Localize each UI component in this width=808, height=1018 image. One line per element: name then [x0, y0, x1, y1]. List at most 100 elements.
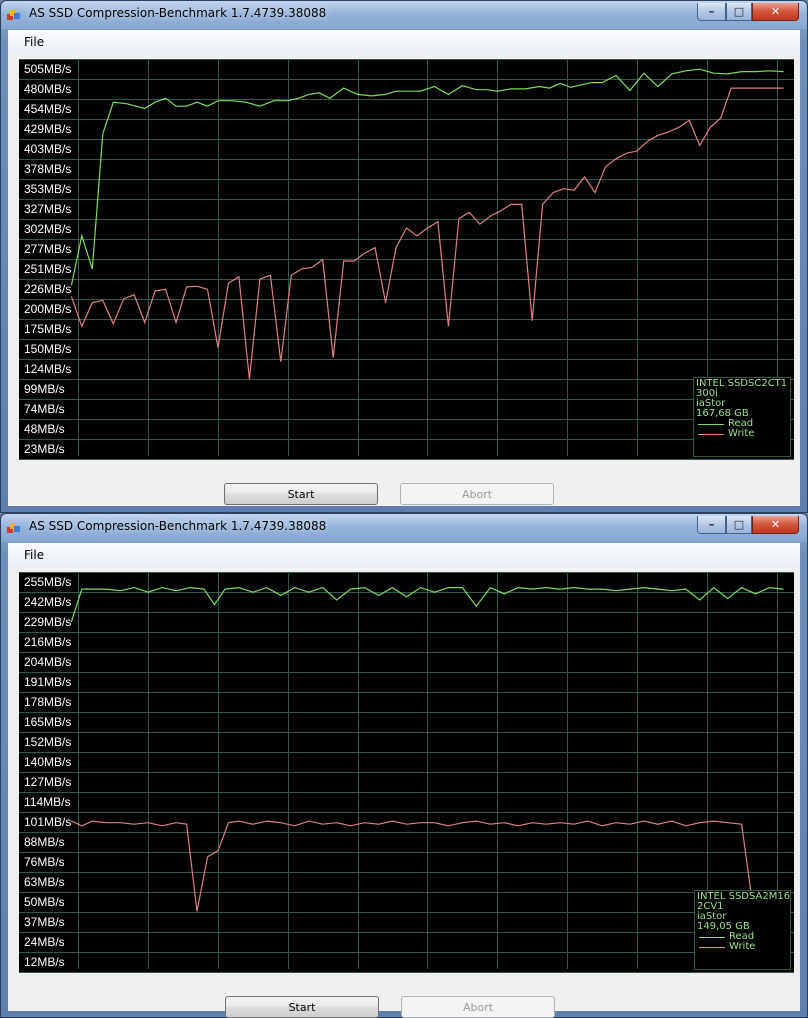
x-tick-label: 100%	[780, 972, 794, 973]
close-icon: ✕	[770, 5, 781, 18]
y-tick-label: 88MB/s	[24, 835, 65, 849]
x-tick-label: 60%	[500, 972, 524, 973]
y-tick-label: 277MB/s	[24, 242, 71, 256]
y-tick-label: 255MB/s	[24, 575, 71, 589]
y-tick-label: 23MB/s	[24, 442, 65, 456]
close-button[interactable]: ✕	[752, 3, 799, 21]
y-tick-label: 204MB/s	[24, 655, 71, 669]
close-button[interactable]: ✕	[752, 516, 799, 534]
read-swatch	[699, 936, 725, 938]
benchmark-window-2: AS SSD Compression-Benchmark 1.7.4739.38…	[0, 513, 808, 1018]
y-tick-label: 429MB/s	[24, 122, 71, 136]
chart-svg: 505MB/s 480MB/s 454MB/s 429MB/s 403MB/s 378MB…	[19, 59, 794, 460]
start-button[interactable]: Start	[225, 996, 379, 1018]
x-tick-label: 50%	[430, 459, 454, 460]
x-tick-label: 30%	[291, 972, 315, 973]
y-tick-label: 124MB/s	[24, 362, 71, 376]
x-tick-label: 90%	[710, 972, 734, 973]
x-tick-label: 70%	[570, 972, 594, 973]
drive-legend: INTEL SSDSA2M16 2CV1 iaStor 149,05 GB Re…	[694, 890, 791, 970]
x-tick-label: 10%	[151, 459, 175, 460]
y-tick-label: 200MB/s	[24, 302, 71, 316]
x-tick-label: 50%	[430, 972, 454, 973]
x-tick-label: 20%	[221, 972, 245, 973]
y-tick-label: 191MB/s	[24, 675, 71, 689]
x-tick-label: 30%	[291, 459, 315, 460]
x-tick-label: 80%	[640, 459, 664, 460]
x-tick-label: 100%	[780, 459, 794, 460]
read-swatch	[698, 423, 724, 425]
y-tick-label: 302MB/s	[24, 222, 71, 236]
x-tick-label: 90%	[710, 459, 734, 460]
y-tick-label: 229MB/s	[24, 615, 71, 629]
y-tick-label: 50MB/s	[24, 895, 65, 909]
x-tick-label: 20%	[221, 459, 245, 460]
x-tick-label: 40%	[361, 459, 385, 460]
drive-legend: INTEL SSDSC2CT1 300i iaStor 167,68 GB Re…	[693, 377, 791, 457]
x-tick-label: 10%	[151, 972, 175, 973]
legend-write-label: Write	[729, 941, 756, 952]
window-client: File 255MB/s 242MB/s 229MB/s 216MB/s 204MB/s…	[8, 543, 800, 1018]
x-tick-label: 70%	[570, 459, 594, 460]
y-tick-label: 37MB/s	[24, 915, 65, 929]
x-tick-label: 40%	[361, 972, 385, 973]
minimize-button[interactable]: –	[697, 516, 726, 534]
y-tick-label: 480MB/s	[24, 82, 71, 96]
benchmark-chart: 255MB/s 242MB/s 229MB/s 216MB/s 204MB/s 191MB…	[19, 572, 794, 973]
legend-write: Write	[696, 429, 788, 439]
y-tick-label: 127MB/s	[24, 775, 71, 789]
y-tick-label: 114MB/s	[24, 795, 70, 809]
window-title: AS SSD Compression-Benchmark 1.7.4739.38…	[29, 519, 327, 533]
y-tick-label: 99MB/s	[24, 382, 65, 396]
legend-write: Write	[697, 942, 788, 952]
y-tick-label: 226MB/s	[24, 282, 71, 296]
write-swatch	[698, 433, 724, 435]
menu-file[interactable]: File	[24, 548, 44, 562]
benchmark-chart: 505MB/s 480MB/s 454MB/s 429MB/s 403MB/s 378MB…	[19, 59, 794, 460]
x-tick-label: 60%	[500, 459, 524, 460]
window-client: File 505MB/s 480MB/s 454MB/s 429MB/s 403MB/s…	[8, 30, 800, 506]
y-tick-label: 48MB/s	[24, 422, 65, 436]
y-tick-label: 251MB/s	[24, 262, 71, 276]
y-tick-label: 76MB/s	[24, 855, 65, 869]
y-tick-label: 101MB/s	[24, 815, 71, 829]
y-tick-label: 505MB/s	[24, 62, 71, 76]
abort-button[interactable]: Abort	[401, 996, 555, 1018]
y-tick-label: 165MB/s	[24, 715, 71, 729]
y-tick-label: 378MB/s	[24, 162, 71, 176]
window-title: AS SSD Compression-Benchmark 1.7.4739.38…	[29, 6, 327, 20]
y-tick-label: 353MB/s	[24, 182, 71, 196]
menu-file[interactable]: File	[24, 35, 44, 49]
maximize-icon: □	[733, 518, 745, 531]
y-tick-label: 327MB/s	[24, 202, 71, 216]
legend-write-label: Write	[728, 428, 755, 439]
maximize-button[interactable]: □	[726, 3, 752, 21]
y-tick-label: 152MB/s	[24, 735, 71, 749]
maximize-button[interactable]: □	[726, 516, 752, 534]
minimize-icon: –	[708, 5, 715, 18]
title-bar[interactable]: AS SSD Compression-Benchmark 1.7.4739.38…	[1, 1, 807, 29]
write-swatch	[699, 946, 725, 948]
x-tick-label: 0%	[81, 972, 99, 973]
y-tick-label: 454MB/s	[24, 102, 71, 116]
chart-svg: 255MB/s 242MB/s 229MB/s 216MB/s 204MB/s 191MB…	[19, 572, 794, 973]
y-tick-label: 150MB/s	[24, 342, 71, 356]
menu-bar: File	[8, 30, 800, 54]
maximize-icon: □	[733, 5, 745, 18]
menu-bar: File	[8, 543, 800, 567]
x-tick-label: 80%	[640, 972, 664, 973]
minimize-button[interactable]: –	[697, 3, 726, 21]
y-tick-label: 216MB/s	[24, 635, 71, 649]
y-tick-label: 242MB/s	[24, 595, 71, 609]
y-tick-label: 74MB/s	[24, 402, 65, 416]
title-bar[interactable]: AS SSD Compression-Benchmark 1.7.4739.38…	[1, 514, 807, 542]
close-icon: ✕	[770, 518, 781, 531]
y-tick-label: 24MB/s	[24, 935, 65, 949]
abort-button[interactable]: Abort	[400, 483, 554, 505]
y-tick-label: 63MB/s	[24, 875, 65, 889]
y-tick-label: 12MB/s	[24, 955, 65, 969]
start-button[interactable]: Start	[224, 483, 378, 505]
app-icon	[7, 10, 20, 20]
minimize-icon: –	[708, 518, 715, 531]
benchmark-window-1: AS SSD Compression-Benchmark 1.7.4739.38…	[0, 0, 808, 513]
